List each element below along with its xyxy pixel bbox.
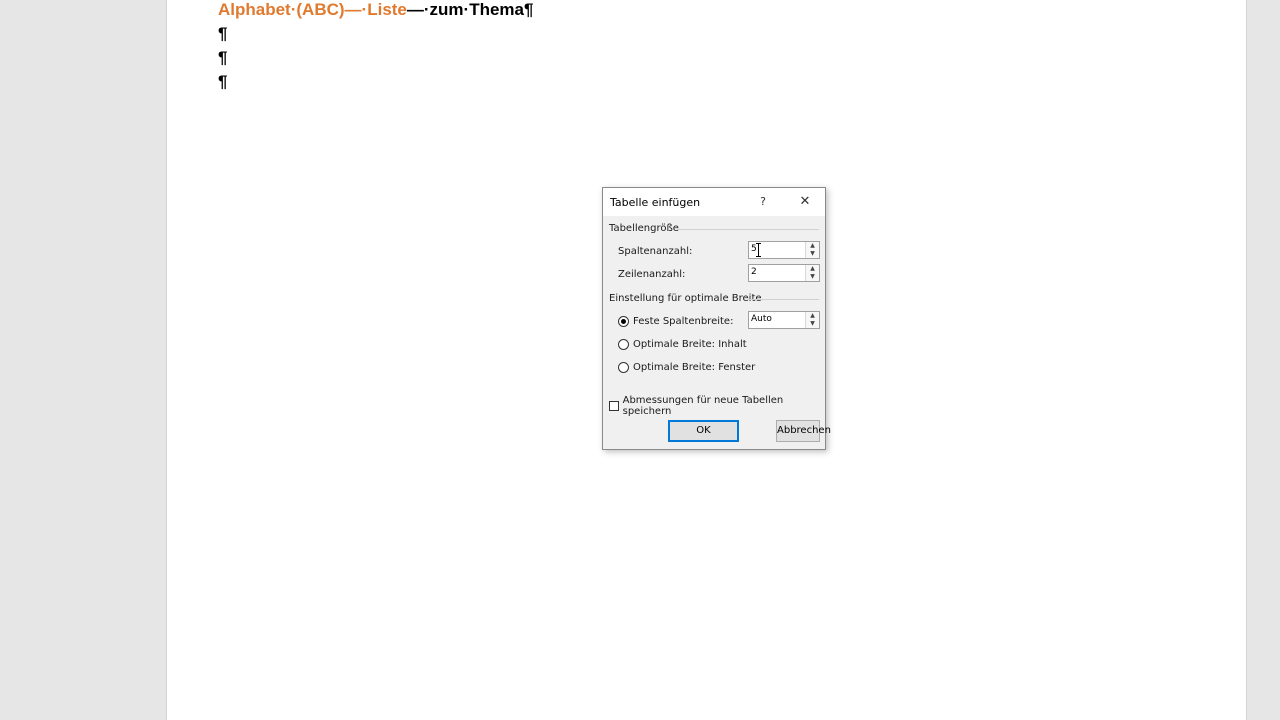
fixed-width-option[interactable]: Feste Spaltenbreite: xyxy=(618,314,733,328)
document-heading[interactable]: Alphabet·(ABC)—·Liste—·zum·Thema¶ xyxy=(218,0,533,20)
columns-spin-up[interactable]: ▲ xyxy=(805,242,819,250)
autofit-content-label[interactable]: Optimale Breite: Inhalt xyxy=(633,339,747,350)
autofit-window-radio[interactable] xyxy=(618,361,629,373)
text-cursor-icon xyxy=(756,243,761,257)
autofit-group-label: Einstellung für optimale Breite xyxy=(609,293,762,304)
cancel-button[interactable]: Abbrechen xyxy=(776,420,831,442)
rows-spin-down[interactable]: ▼ xyxy=(805,273,819,281)
help-button[interactable]: ? xyxy=(751,191,775,213)
rows-value[interactable]: 2 xyxy=(751,267,757,277)
remember-dimensions-label[interactable]: Abmessungen für neue Tabellen speichern xyxy=(623,395,825,417)
fixed-width-spin-down[interactable]: ▼ xyxy=(805,320,819,328)
ok-button[interactable]: OK xyxy=(668,420,739,442)
group-divider xyxy=(748,299,819,300)
columns-label: Spaltenanzahl: xyxy=(618,246,693,257)
table-size-group-label: Tabellengröße xyxy=(609,223,679,234)
group-divider xyxy=(677,229,819,230)
fixed-width-spinner[interactable]: Auto ▲ ▼ xyxy=(748,311,820,329)
heading-part-thema: —·zum·Thema¶ xyxy=(406,0,534,19)
remember-dimensions-checkbox[interactable] xyxy=(609,401,619,411)
fixed-width-value[interactable]: Auto xyxy=(751,314,772,324)
heading-part-liste: —·Liste xyxy=(344,0,407,19)
rows-label: Zeilenanzahl: xyxy=(618,269,686,280)
empty-paragraph-mark[interactable]: ¶ xyxy=(218,24,227,44)
insert-table-dialog: Tabelle einfügen ? ✕ Tabellengröße Spalt… xyxy=(602,187,831,450)
fixed-width-spin-up[interactable]: ▲ xyxy=(805,312,819,320)
autofit-window-label[interactable]: Optimale Breite: Fenster xyxy=(633,362,755,373)
remember-dimensions-option[interactable]: Abmessungen für neue Tabellen speichern xyxy=(609,395,825,417)
fixed-width-label[interactable]: Feste Spaltenbreite: xyxy=(633,316,733,327)
heading-part-alphabet: Alphabet·(ABC) xyxy=(218,0,345,19)
empty-paragraph-mark[interactable]: ¶ xyxy=(218,48,227,68)
dialog-titlebar: Tabelle einfügen ? ✕ xyxy=(603,188,825,216)
columns-spinner[interactable]: 5 ▲ ▼ xyxy=(748,241,820,259)
autofit-content-option[interactable]: Optimale Breite: Inhalt xyxy=(618,337,747,351)
dialog-title: Tabelle einfügen xyxy=(610,196,701,209)
rows-spin-up[interactable]: ▲ xyxy=(805,265,819,273)
fixed-width-radio[interactable] xyxy=(618,315,629,327)
autofit-content-radio[interactable] xyxy=(618,338,629,350)
rows-spinner[interactable]: 2 ▲ ▼ xyxy=(748,264,820,282)
close-icon[interactable]: ✕ xyxy=(793,191,817,213)
empty-paragraph-mark[interactable]: ¶ xyxy=(218,72,227,92)
autofit-window-option[interactable]: Optimale Breite: Fenster xyxy=(618,360,755,374)
columns-spin-down[interactable]: ▼ xyxy=(805,250,819,258)
columns-value[interactable]: 5 xyxy=(751,244,757,254)
